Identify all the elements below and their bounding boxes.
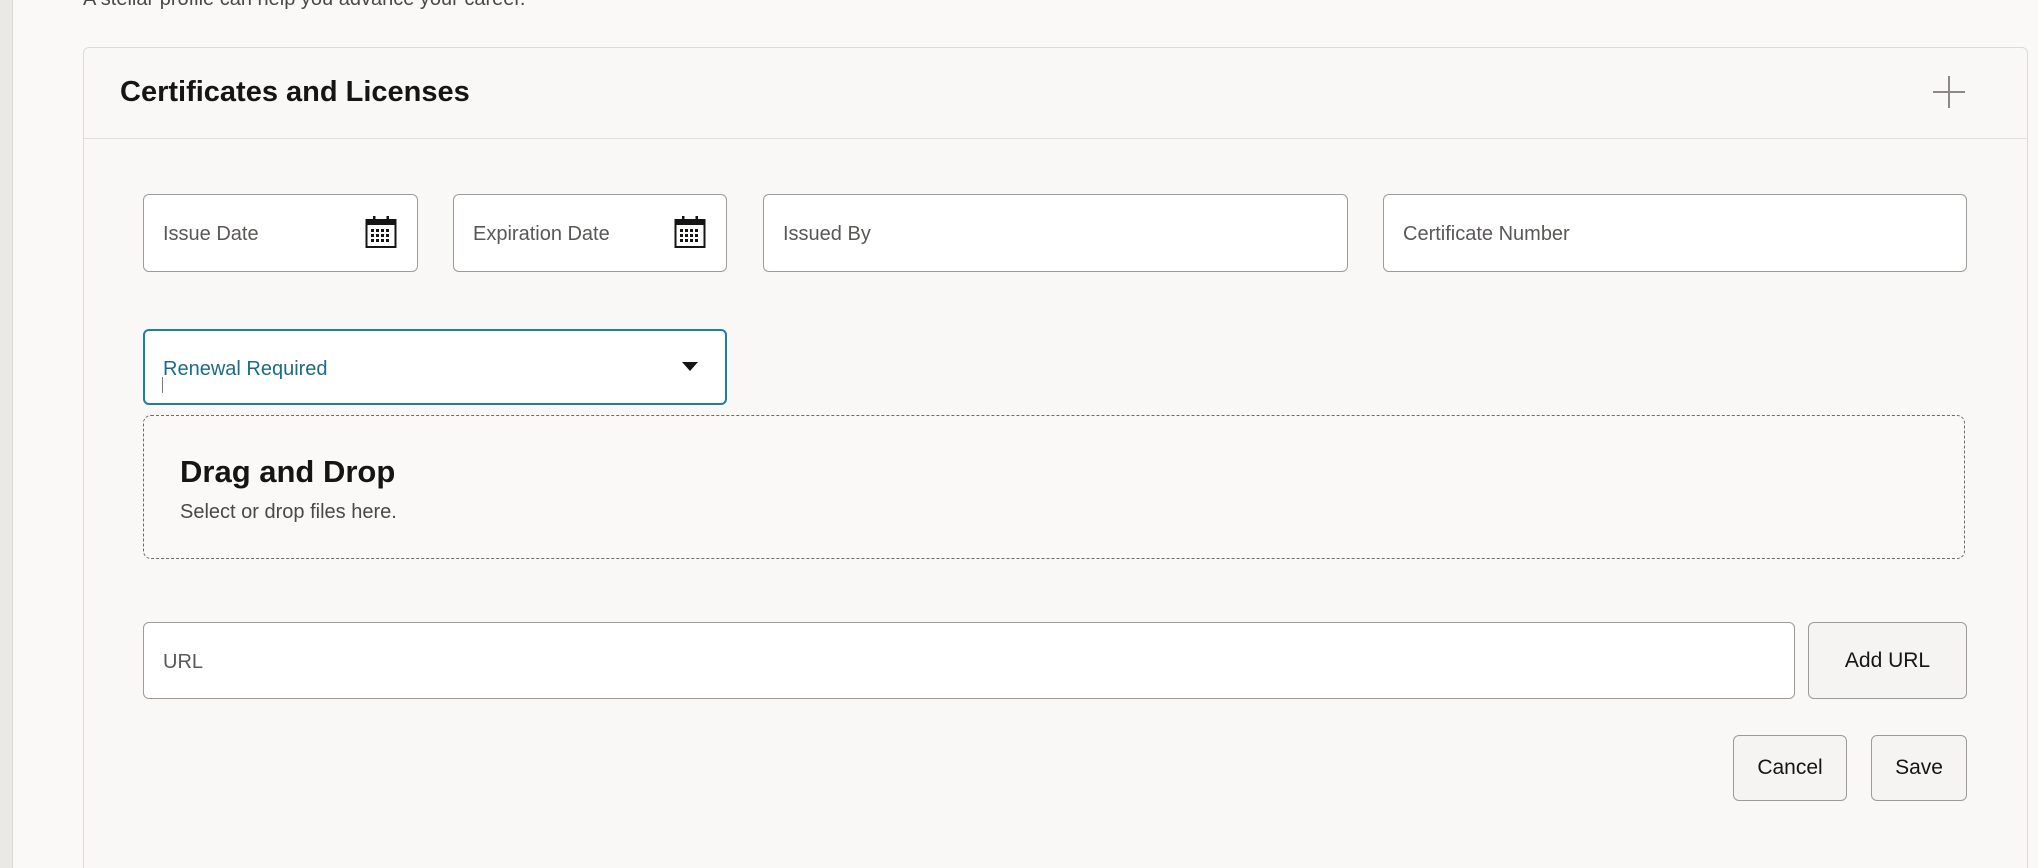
url-input[interactable]: URL bbox=[143, 622, 1795, 699]
certificate-number-field[interactable]: Certificate Number bbox=[1383, 194, 1967, 272]
url-placeholder: URL bbox=[163, 651, 204, 673]
dropzone-subtitle: Select or drop files here. bbox=[180, 501, 397, 523]
certificate-number-label: Certificate Number bbox=[1403, 223, 1570, 245]
profile-subtitle: A stellar profile can help you advance y… bbox=[83, 0, 525, 11]
add-url-button[interactable]: Add URL bbox=[1808, 622, 1967, 699]
dropzone-title: Drag and Drop bbox=[180, 454, 396, 489]
issued-by-label: Issued By bbox=[783, 223, 871, 245]
expiration-date-label: Expiration Date bbox=[473, 223, 610, 245]
issue-date-field[interactable]: Issue Date bbox=[143, 194, 418, 272]
card-header: Certificates and Licenses bbox=[84, 48, 2027, 139]
issued-by-field[interactable]: Issued By bbox=[763, 194, 1348, 272]
renewal-required-label: Renewal Required bbox=[163, 358, 328, 380]
plus-icon[interactable] bbox=[1931, 74, 1967, 110]
left-rail bbox=[0, 0, 13, 868]
issue-date-label: Issue Date bbox=[163, 223, 259, 245]
expiration-date-field[interactable]: Expiration Date bbox=[453, 194, 727, 272]
text-caret bbox=[162, 377, 163, 393]
chevron-down-icon[interactable] bbox=[682, 362, 698, 371]
cancel-button[interactable]: Cancel bbox=[1733, 735, 1847, 801]
renewal-required-select[interactable]: Renewal Required bbox=[143, 329, 727, 405]
page: A stellar profile can help you advance y… bbox=[0, 0, 2038, 868]
calendar-icon[interactable] bbox=[674, 215, 706, 249]
save-button[interactable]: Save bbox=[1871, 735, 1967, 801]
section-title: Certificates and Licenses bbox=[120, 76, 470, 108]
main-content: A stellar profile can help you advance y… bbox=[13, 0, 2038, 868]
calendar-icon[interactable] bbox=[365, 215, 397, 249]
file-dropzone[interactable]: Drag and Drop Select or drop files here. bbox=[143, 415, 1965, 559]
